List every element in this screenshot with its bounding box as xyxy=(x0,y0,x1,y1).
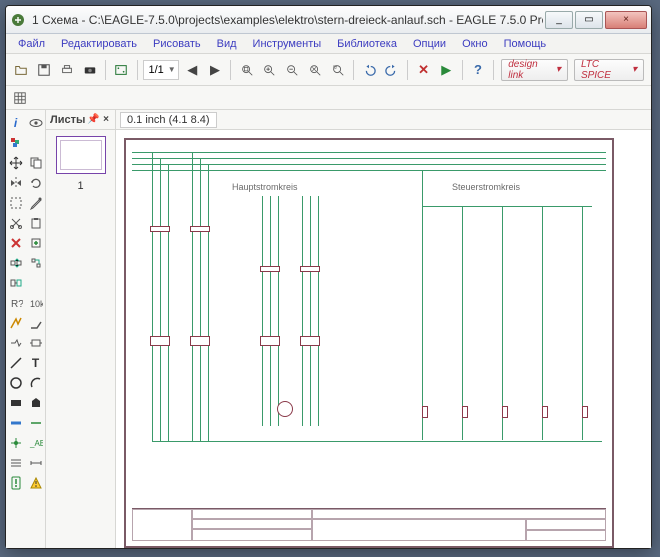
info-tool[interactable]: i xyxy=(7,114,25,132)
go-button[interactable]: ▶ xyxy=(436,59,457,81)
designlink-button[interactable]: design link▾ xyxy=(501,59,568,81)
grid-button[interactable] xyxy=(10,88,30,108)
junction-tool[interactable] xyxy=(7,434,25,452)
paste-tool[interactable] xyxy=(27,214,45,232)
dimension-tool[interactable] xyxy=(27,454,45,472)
menubar: Файл Редактировать Рисовать Вид Инструме… xyxy=(6,34,651,54)
menu-library[interactable]: Библиотека xyxy=(329,36,405,52)
pin-tool[interactable] xyxy=(27,274,45,292)
mirror-tool[interactable] xyxy=(7,174,25,192)
circle-tool[interactable] xyxy=(7,374,25,392)
coordinates-display: 0.1 inch (4.1 8.4) xyxy=(120,112,217,128)
title-block xyxy=(132,508,606,542)
svg-text:R?: R? xyxy=(11,299,23,310)
zoom-ratio-combo[interactable]: 1/1▼ xyxy=(143,60,178,80)
menu-tools[interactable]: Инструменты xyxy=(245,36,330,52)
open-button[interactable] xyxy=(11,59,32,81)
wire-tool[interactable] xyxy=(7,354,25,372)
close-button[interactable]: × xyxy=(605,11,647,29)
sheets-label: Листы xyxy=(50,114,85,126)
name-tool[interactable]: R? xyxy=(7,294,25,312)
mark-tool[interactable] xyxy=(27,134,45,152)
bus-tool[interactable] xyxy=(7,414,25,432)
zoom-prev-button[interactable]: ◀ xyxy=(182,59,203,81)
net-tool[interactable] xyxy=(27,414,45,432)
cut-tool[interactable] xyxy=(7,214,25,232)
maximize-button[interactable]: ▭ xyxy=(575,11,603,29)
replace-tool[interactable] xyxy=(7,274,25,292)
zoom-redraw-button[interactable] xyxy=(304,59,325,81)
zoom-out-button[interactable] xyxy=(282,59,303,81)
menu-edit[interactable]: Редактировать xyxy=(53,36,145,52)
undo-button[interactable] xyxy=(359,59,380,81)
polygon-tool[interactable] xyxy=(27,394,45,412)
erc-tool[interactable] xyxy=(7,474,25,492)
titlebar: 1 Схема - C:\EAGLE-7.5.0\projects\exampl… xyxy=(6,6,651,34)
cam-button[interactable] xyxy=(79,59,100,81)
copy-tool[interactable] xyxy=(27,154,45,172)
menu-help[interactable]: Помощь xyxy=(496,36,555,52)
zoom-select-button[interactable] xyxy=(327,59,348,81)
help-button[interactable]: ? xyxy=(468,59,489,81)
ltc-spice-button[interactable]: LTC SPICE▾ xyxy=(574,59,644,81)
zoom-fit-button[interactable] xyxy=(236,59,257,81)
menu-window[interactable]: Окно xyxy=(454,36,496,52)
sheets-panel: Листы 📌 × 1 xyxy=(46,110,116,548)
menu-file[interactable]: Файл xyxy=(10,36,53,52)
arc-tool[interactable] xyxy=(27,374,45,392)
layers-tool[interactable] xyxy=(7,134,25,152)
group-tool[interactable] xyxy=(7,194,25,212)
delete-tool[interactable] xyxy=(7,234,25,252)
menu-options[interactable]: Опции xyxy=(405,36,454,52)
board-button[interactable] xyxy=(111,59,132,81)
window-title: 1 Схема - C:\EAGLE-7.5.0\projects\exampl… xyxy=(32,13,543,27)
zoom-next-button[interactable]: ▶ xyxy=(205,59,226,81)
cancel-button[interactable]: ✕ xyxy=(413,59,434,81)
menu-draw[interactable]: Рисовать xyxy=(145,36,209,52)
sheet-thumb-1[interactable] xyxy=(56,136,106,174)
ruler-bar: 0.1 inch (4.1 8.4) xyxy=(116,110,651,130)
canvas[interactable]: Hauptstromkreis Steuerstromkreis xyxy=(116,130,651,548)
move-tool[interactable] xyxy=(7,154,25,172)
text-tool[interactable]: T xyxy=(27,354,45,372)
menu-view[interactable]: Вид xyxy=(209,36,245,52)
left-toolbox: i R? 10k T _AB xyxy=(6,110,46,548)
add-tool[interactable] xyxy=(27,234,45,252)
params-toolbar xyxy=(6,86,651,110)
split-tool[interactable] xyxy=(7,334,25,352)
section-hauptstromkreis: Hauptstromkreis xyxy=(232,182,298,192)
value-tool[interactable]: 10k xyxy=(27,294,45,312)
sheet-number: 1 xyxy=(46,180,115,192)
svg-text:10k: 10k xyxy=(30,299,43,309)
errors-tool[interactable] xyxy=(27,474,45,492)
zoom-in-button[interactable] xyxy=(259,59,280,81)
section-steuerstromkreis: Steuerstromkreis xyxy=(452,182,520,192)
label-tool[interactable]: _AB xyxy=(27,434,45,452)
invoke-tool[interactable] xyxy=(27,334,45,352)
gateswap-tool[interactable] xyxy=(27,254,45,272)
schematic-frame: Hauptstromkreis Steuerstromkreis xyxy=(124,138,614,548)
svg-text:_AB: _AB xyxy=(29,439,43,448)
rect-tool[interactable] xyxy=(7,394,25,412)
save-button[interactable] xyxy=(34,59,55,81)
pinswap-tool[interactable] xyxy=(7,254,25,272)
redo-button[interactable] xyxy=(382,59,403,81)
minimize-button[interactable]: _ xyxy=(545,11,573,29)
smash-tool[interactable] xyxy=(7,314,25,332)
attributes-tool[interactable] xyxy=(7,454,25,472)
sheets-close-icon[interactable]: × xyxy=(103,114,109,125)
app-icon xyxy=(10,12,26,28)
miter-tool[interactable] xyxy=(27,314,45,332)
rotate-tool[interactable] xyxy=(27,174,45,192)
main-toolbar: 1/1▼ ◀ ▶ ✕ ▶ ? design link▾ LTC SPICE▾ xyxy=(6,54,651,86)
sheets-pin-icon[interactable]: 📌 xyxy=(87,114,99,125)
print-button[interactable] xyxy=(56,59,77,81)
show-tool[interactable] xyxy=(27,114,45,132)
change-tool[interactable] xyxy=(27,194,45,212)
